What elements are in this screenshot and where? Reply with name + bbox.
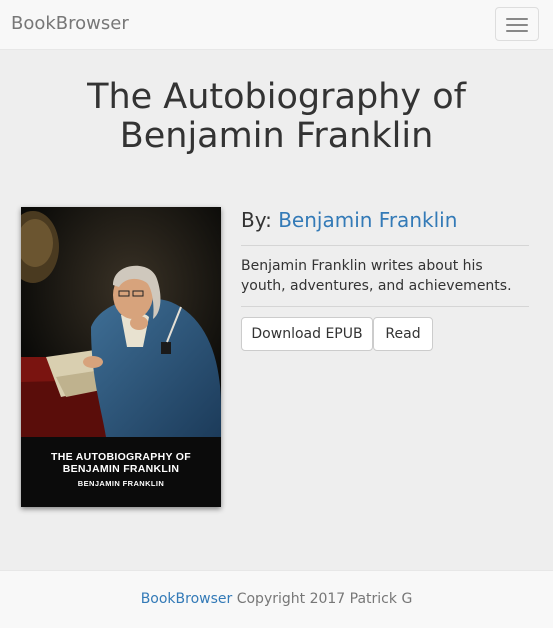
author-link[interactable]: Benjamin Franklin bbox=[278, 208, 457, 232]
divider bbox=[241, 245, 529, 246]
navbar-brand[interactable]: BookBrowser bbox=[11, 13, 129, 34]
divider bbox=[241, 306, 529, 307]
navbar-toggle-button[interactable] bbox=[495, 7, 539, 41]
navbar: BookBrowser bbox=[0, 0, 553, 50]
footer: BookBrowser Copyright 2017 Patrick G bbox=[0, 570, 553, 628]
cover-title-text: THE AUTOBIOGRAPHY OF BENJAMIN FRANKLIN bbox=[51, 451, 191, 475]
footer-brand-link[interactable]: BookBrowser bbox=[141, 591, 233, 607]
footer-copyright: Copyright 2017 Patrick G bbox=[236, 591, 413, 607]
download-epub-button[interactable]: Download EPUB bbox=[241, 317, 373, 351]
book-cover: THE AUTOBIOGRAPHY OF BENJAMIN FRANKLIN B… bbox=[21, 207, 221, 507]
book-title: The Autobiography of Benjamin Franklin bbox=[87, 77, 466, 156]
by-label: By: bbox=[241, 208, 272, 232]
byline: By: Benjamin Franklin bbox=[241, 208, 457, 232]
cover-author-text: BENJAMIN FRANKLIN bbox=[77, 479, 165, 488]
book-description: Benjamin Franklin writes about his youth… bbox=[241, 258, 512, 294]
read-button[interactable]: Read bbox=[373, 317, 433, 351]
